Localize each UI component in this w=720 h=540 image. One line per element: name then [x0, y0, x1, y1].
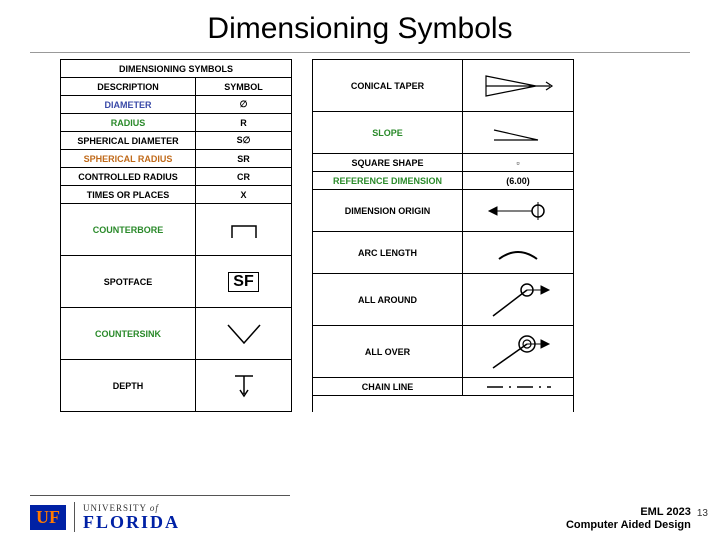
cell-symbol: ∅ [196, 96, 291, 113]
table-row: SPHERICAL DIAMETERS∅ [61, 132, 291, 150]
table-row: ALL OVER [313, 326, 573, 378]
cell-description: ARC LENGTH [313, 232, 463, 273]
table-row: REFERENCE DIMENSION(6.00) [313, 172, 573, 190]
cell-description: ALL OVER [313, 326, 463, 377]
depth-icon [229, 370, 259, 402]
allaround-icon [483, 278, 553, 322]
counterbore-icon [224, 216, 264, 244]
cell-symbol: SR [196, 150, 291, 167]
cell-symbol: S∅ [196, 132, 291, 149]
logo-separator [74, 502, 75, 532]
spotface-icon: SF [228, 272, 258, 292]
cell-description: REFERENCE DIMENSION [313, 172, 463, 189]
table-row: ARC LENGTH [313, 232, 573, 274]
tables-container: DIMENSIONING SYMBOLS DESCRIPTION SYMBOL … [0, 53, 720, 412]
cell-symbol: X [196, 186, 291, 203]
arc-icon [493, 243, 543, 263]
cell-description: TIMES OR PLACES [61, 186, 196, 203]
cell-description: COUNTERBORE [61, 204, 196, 255]
cell-description: RADIUS [61, 114, 196, 131]
footer: UF UNIVERSITY of FLORIDA EML 2023 Comput… [0, 495, 720, 532]
cell-description: SPHERICAL DIAMETER [61, 132, 196, 149]
table-row: DIMENSION ORIGIN [313, 190, 573, 232]
uf-university: UNIVERSITY [83, 503, 147, 513]
cell-symbol [196, 204, 291, 255]
slope-icon [488, 118, 548, 148]
origin-icon [483, 196, 553, 226]
cell-description: SLOPE [313, 112, 463, 153]
cell-description: COUNTERSINK [61, 308, 196, 359]
uf-text: UNIVERSITY of FLORIDA [83, 504, 180, 531]
course-name: Computer Aided Design [566, 519, 691, 532]
cell-symbol: R [196, 114, 291, 131]
table-row: TIMES OR PLACESX [61, 186, 291, 204]
cell-description: SQUARE SHAPE [313, 154, 463, 171]
table-row: SQUARE SHAPE▫ [313, 154, 573, 172]
cell-symbol: (6.00) [463, 172, 573, 189]
table-row: DEPTH [61, 360, 291, 412]
uf-mark: UF [30, 505, 66, 530]
cell-description: SPOTFACE [61, 256, 196, 307]
uf-logo: UF UNIVERSITY of FLORIDA [30, 495, 290, 532]
course-code: EML 2023 [566, 506, 691, 519]
cell-symbol: SF [196, 256, 291, 307]
header-symbol: SYMBOL [196, 78, 291, 95]
cell-symbol [463, 326, 573, 377]
cell-symbol [463, 60, 573, 111]
table-row: COUNTERBORE [61, 204, 291, 256]
table-row: CHAIN LINE [313, 378, 573, 396]
cell-description: SPHERICAL RADIUS [61, 150, 196, 167]
course-text: EML 2023 Computer Aided Design [566, 506, 697, 532]
cell-symbol [463, 378, 573, 395]
table-row: CONTROLLED RADIUSCR [61, 168, 291, 186]
header-description: DESCRIPTION [61, 78, 196, 95]
cell-description: CHAIN LINE [313, 378, 463, 395]
table-row: SLOPE [313, 112, 573, 154]
table-title: DIMENSIONING SYMBOLS [61, 60, 291, 77]
uf-florida: FLORIDA [83, 513, 180, 531]
table-header-row: DESCRIPTION SYMBOL [61, 78, 291, 96]
uf-of: of [150, 503, 159, 513]
table-left: DIMENSIONING SYMBOLS DESCRIPTION SYMBOL … [60, 59, 292, 412]
cell-description: CONTROLLED RADIUS [61, 168, 196, 185]
cell-symbol [196, 308, 291, 359]
cell-symbol: CR [196, 168, 291, 185]
cell-symbol [463, 274, 573, 325]
chain-icon [483, 381, 553, 393]
table-row: DIAMETER∅ [61, 96, 291, 114]
cell-symbol [463, 190, 573, 231]
table-row: ALL AROUND [313, 274, 573, 326]
page-title: Dimensioning Symbols [0, 0, 720, 52]
table-row: SPHERICAL RADIUSSR [61, 150, 291, 168]
cell-description: DIMENSION ORIGIN [313, 190, 463, 231]
conical-icon [478, 66, 558, 106]
cell-symbol [196, 360, 291, 411]
cell-symbol [463, 232, 573, 273]
cell-description: DIAMETER [61, 96, 196, 113]
cell-symbol [463, 112, 573, 153]
countersink-icon [222, 319, 266, 349]
table-row: RADIUSR [61, 114, 291, 132]
table-header: DIMENSIONING SYMBOLS [61, 60, 291, 78]
allover-icon [483, 330, 553, 374]
cell-symbol: ▫ [463, 154, 573, 171]
cell-description: DEPTH [61, 360, 196, 411]
page-number: 13 [697, 508, 708, 519]
table-row: COUNTERSINK [61, 308, 291, 360]
cell-description: CONICAL TAPER [313, 60, 463, 111]
table-right: CONICAL TAPERSLOPESQUARE SHAPE▫REFERENCE… [312, 59, 574, 412]
table-row: SPOTFACE SF [61, 256, 291, 308]
table-row: CONICAL TAPER [313, 60, 573, 112]
cell-description: ALL AROUND [313, 274, 463, 325]
